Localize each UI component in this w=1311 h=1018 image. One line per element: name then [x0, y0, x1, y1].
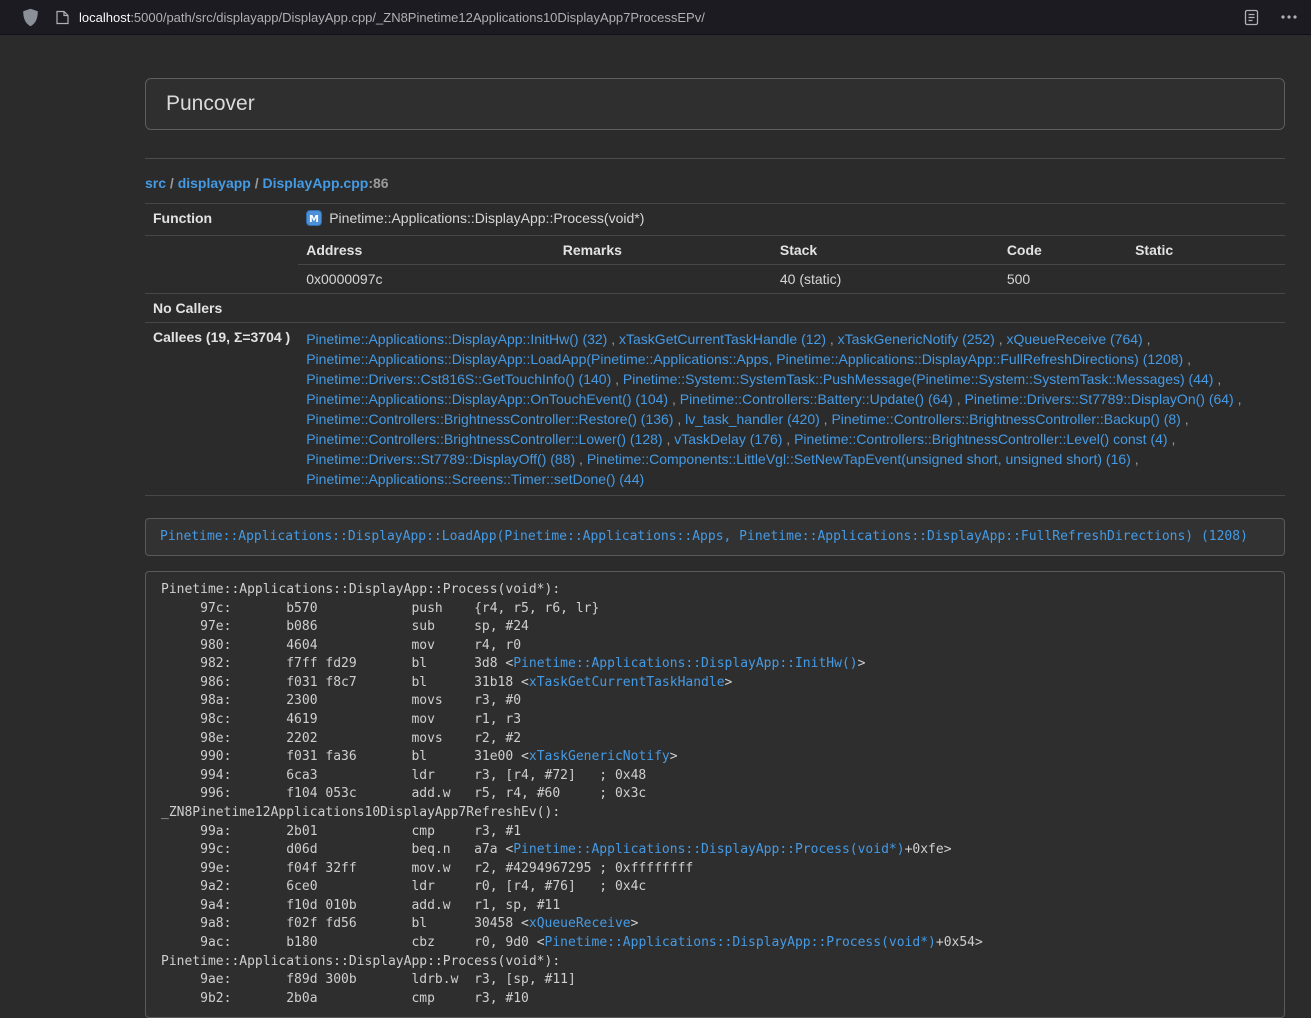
url-path: :5000/path/src/displayapp/DisplayApp.cpp… — [130, 10, 705, 25]
disasm-symbol-link[interactable]: Pinetime::Applications::DisplayApp::Init… — [513, 656, 857, 671]
callees-row: Callees (19, Σ=3704 ) Pinetime::Applicat… — [145, 323, 1285, 496]
symbol-panel-heading: Pinetime::Applications::DisplayApp::Load… — [145, 518, 1285, 556]
callee-separator: , — [575, 451, 587, 467]
callee-link[interactable]: Pinetime::Components::LittleVgl::SetNewT… — [587, 451, 1131, 467]
reader-view-icon[interactable] — [1244, 9, 1259, 26]
disasm-symbol-link[interactable]: xTaskGenericNotify — [529, 749, 670, 764]
overflow-menu-icon[interactable] — [1281, 15, 1297, 19]
callees-label: Callees (19, Σ=3704 ) — [145, 323, 298, 496]
callee-separator: , — [826, 331, 838, 347]
callee-separator: , — [820, 411, 832, 427]
callee-link[interactable]: xTaskGenericNotify (252) — [838, 331, 995, 347]
callee-separator: , — [668, 391, 680, 407]
divider — [145, 158, 1285, 159]
callee-separator: , — [1213, 371, 1221, 387]
callee-link[interactable]: xTaskGetCurrentTaskHandle (12) — [619, 331, 826, 347]
column-address: Address — [298, 236, 555, 265]
callee-separator: , — [607, 331, 619, 347]
callee-separator: , — [673, 411, 685, 427]
toolbar-actions — [1244, 9, 1297, 26]
svg-text:M: M — [309, 214, 319, 225]
disasm-symbol-link[interactable]: xTaskGetCurrentTaskHandle — [529, 675, 725, 690]
metrics-row: Address Remarks Stack Code Static 0x0000… — [145, 236, 1285, 294]
static-value — [1127, 265, 1285, 294]
callee-link[interactable]: Pinetime::Controllers::BrightnessControl… — [794, 431, 1167, 447]
url-host: localhost — [79, 10, 130, 25]
metrics-label — [145, 236, 298, 294]
function-name-cell: M Pinetime::Applications::DisplayApp::Pr… — [298, 204, 1285, 236]
main-content: Puncover src / displayapp / DisplayApp.c… — [145, 78, 1285, 1018]
callee-separator: , — [663, 431, 675, 447]
function-row: Function M Pinetime::Applications::Displ… — [145, 204, 1285, 236]
callee-link[interactable]: vTaskDelay (176) — [674, 431, 782, 447]
callee-link[interactable]: Pinetime::Controllers::BrightnessControl… — [306, 411, 673, 427]
code-value: 500 — [999, 265, 1127, 294]
disasm-symbol-link[interactable]: xQueueReceive — [529, 916, 631, 931]
symbol-link[interactable]: Pinetime::Applications::DisplayApp::Load… — [160, 529, 1248, 544]
callee-separator: , — [1234, 391, 1242, 407]
callee-link[interactable]: Pinetime::Controllers::BrightnessControl… — [306, 431, 662, 447]
column-stack: Stack — [772, 236, 999, 265]
breadcrumb-separator: / — [166, 175, 178, 191]
disasm-symbol-link[interactable]: Pinetime::Applications::DisplayApp::Proc… — [545, 935, 936, 950]
breadcrumb-link-file[interactable]: DisplayApp.cpp — [263, 175, 369, 191]
callee-link[interactable]: xQueueReceive (764) — [1007, 331, 1143, 347]
callee-link[interactable]: Pinetime::Drivers::Cst816S::GetTouchInfo… — [306, 371, 611, 387]
disassembly-code: Pinetime::Applications::DisplayApp::Proc… — [145, 571, 1285, 1018]
tracking-protection-shield-icon[interactable] — [22, 8, 39, 27]
callee-separator: , — [1168, 431, 1176, 447]
page-header: Puncover — [145, 78, 1285, 130]
breadcrumb-link-src[interactable]: src — [145, 175, 166, 191]
callee-separator: , — [1181, 411, 1189, 427]
callee-separator: , — [953, 391, 965, 407]
page-icon[interactable] — [56, 10, 69, 25]
column-code: Code — [999, 236, 1127, 265]
browser-toolbar: localhost:5000/path/src/displayapp/Displ… — [0, 0, 1311, 35]
metrics-value-row: 0x0000097c 40 (static) 500 — [298, 265, 1285, 294]
no-callers-row: No Callers — [145, 294, 1285, 323]
breadcrumb-link-displayapp[interactable]: displayapp — [178, 175, 251, 191]
stack-value: 40 (static) — [772, 265, 999, 294]
page-title: Puncover — [166, 92, 1264, 116]
callee-separator: , — [782, 431, 794, 447]
remarks-value — [555, 265, 772, 294]
metrics-table: Address Remarks Stack Code Static 0x0000… — [298, 236, 1285, 293]
column-static: Static — [1127, 236, 1285, 265]
callee-link[interactable]: lv_task_handler (420) — [685, 411, 820, 427]
breadcrumb-separator: / — [251, 175, 263, 191]
url-bar[interactable]: localhost:5000/path/src/displayapp/Displ… — [56, 10, 1244, 25]
callee-separator: , — [1131, 451, 1139, 467]
breadcrumb-line-number: :86 — [368, 175, 388, 191]
metrics-cell: Address Remarks Stack Code Static 0x0000… — [298, 236, 1285, 294]
callee-link[interactable]: Pinetime::Controllers::BrightnessControl… — [831, 411, 1180, 427]
metrics-header-row: Address Remarks Stack Code Static — [298, 236, 1285, 265]
callee-link[interactable]: Pinetime::System::SystemTask::PushMessag… — [623, 371, 1214, 387]
disasm-symbol-link[interactable]: Pinetime::Applications::DisplayApp::Proc… — [513, 842, 904, 857]
callee-link[interactable]: Pinetime::Applications::DisplayApp::OnTo… — [306, 391, 668, 407]
callee-separator: , — [611, 371, 623, 387]
callee-separator: , — [1143, 331, 1151, 347]
callee-separator: , — [1183, 351, 1191, 367]
address-value: 0x0000097c — [298, 265, 555, 294]
callees-list: Pinetime::Applications::DisplayApp::Init… — [298, 323, 1285, 496]
method-icon: M — [306, 210, 322, 229]
callee-link[interactable]: Pinetime::Applications::DisplayApp::Load… — [306, 351, 1183, 367]
callee-link[interactable]: Pinetime::Drivers::St7789::DisplayOn() (… — [965, 391, 1234, 407]
callee-link[interactable]: Pinetime::Applications::Screens::Timer::… — [306, 471, 644, 487]
function-label: Function — [145, 204, 298, 236]
callee-link[interactable]: Pinetime::Controllers::Battery::Update()… — [680, 391, 953, 407]
url-text: localhost:5000/path/src/displayapp/Displ… — [79, 10, 705, 25]
no-callers-label: No Callers — [145, 294, 298, 323]
callee-link[interactable]: Pinetime::Applications::DisplayApp::Init… — [306, 331, 607, 347]
function-info-table: Function M Pinetime::Applications::Displ… — [145, 203, 1285, 496]
callee-link[interactable]: Pinetime::Drivers::St7789::DisplayOff() … — [306, 451, 575, 467]
function-name: Pinetime::Applications::DisplayApp::Proc… — [329, 210, 644, 226]
callee-separator: , — [995, 331, 1007, 347]
column-remarks: Remarks — [555, 236, 772, 265]
no-callers-cell — [298, 294, 1285, 323]
breadcrumb: src / displayapp / DisplayApp.cpp:86 — [145, 175, 1285, 191]
